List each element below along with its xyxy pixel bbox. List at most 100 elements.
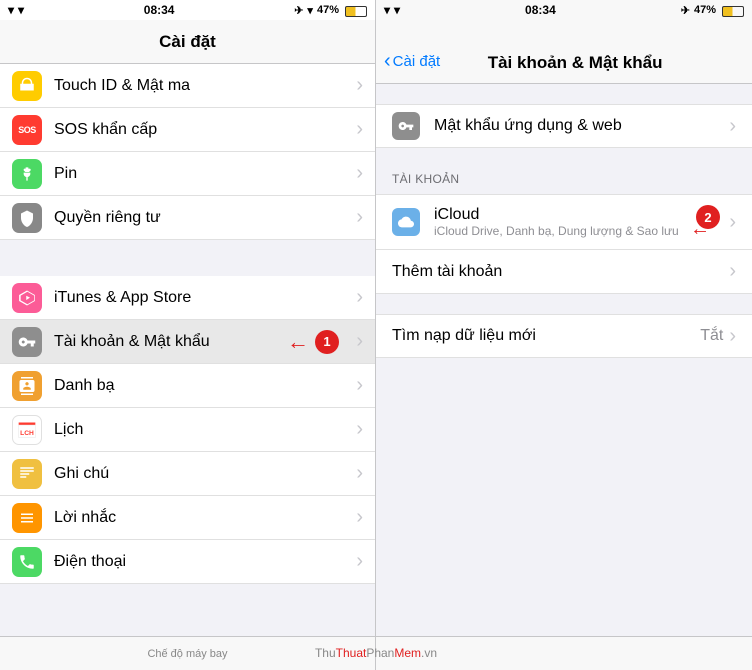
back-label: Cài đặt — [393, 53, 441, 70]
right-nav-bar: ‹ Cài đặt Tài khoản & Mật khẩu — [376, 20, 752, 84]
right-battery-bar — [722, 6, 744, 17]
calendar-icon: LCH — [12, 415, 42, 445]
right-battery-pct: 47% — [694, 4, 716, 16]
phone-icon — [12, 547, 42, 577]
privacy-chevron — [356, 206, 363, 229]
fetch-label: Tìm nạp dữ liệu mới — [392, 327, 700, 345]
reminders-label: Lời nhắc — [54, 509, 356, 527]
phone-chevron — [356, 550, 363, 573]
itunes-label: iTunes & App Store — [54, 289, 356, 307]
annotation-2-arrow: ← — [690, 218, 710, 241]
calendar-label: Lịch — [54, 421, 356, 439]
privacy-label: Quyền riêng tư — [54, 209, 356, 227]
right-location-icon: ✈ — [681, 4, 690, 17]
battery-bar — [345, 6, 367, 17]
battery-pct: 47% — [317, 4, 339, 16]
wifi-icon: ▾ — [8, 3, 14, 17]
phone-label: Điện thoại — [54, 553, 356, 571]
settings-item-contacts[interactable]: Danh bạ — [0, 364, 375, 408]
right-signal-icon: ▾ — [384, 3, 390, 17]
left-bottom-text: Chế độ máy bay — [147, 648, 227, 660]
accounts-section: TÀI KHOẢN iCloud iCloud Drive, Danh bạ, … — [376, 168, 752, 294]
settings-item-notes[interactable]: Ghi chú — [0, 452, 375, 496]
left-nav-bar: Cài đặt — [0, 20, 375, 64]
accounts-icon — [12, 327, 42, 357]
left-status-icons: ▾ ▾ — [8, 3, 24, 17]
notes-chevron — [356, 462, 363, 485]
left-time: 08:34 — [144, 3, 175, 17]
fetch-section: Tìm nạp dữ liệu mới Tắt — [376, 314, 752, 358]
reminders-icon — [12, 503, 42, 533]
contacts-chevron — [356, 374, 363, 397]
pin-label: Pin — [54, 165, 356, 183]
right-nav-title: Tài khoản & Mật khẩu — [440, 53, 710, 73]
annotation-1-container: ← 1 — [287, 330, 339, 354]
reminders-chevron — [356, 506, 363, 529]
settings-item-accounts[interactable]: Tài khoản & Mật khẩu ← 1 — [0, 320, 375, 364]
passwords-web-item[interactable]: Mật khẩu ứng dụng & web — [376, 104, 752, 148]
icloud-chevron — [729, 211, 736, 234]
add-account-label: Thêm tài khoản — [392, 263, 729, 281]
accounts-chevron — [356, 330, 363, 353]
left-battery: ✈ ▾ 47% — [294, 4, 367, 17]
passwords-label: Mật khẩu ứng dụng & web — [434, 117, 729, 135]
itunes-chevron — [356, 286, 363, 309]
right-wifi-icon: ▾ — [394, 3, 400, 17]
passwords-icon — [392, 112, 420, 140]
settings-item-reminders[interactable]: Lời nhắc — [0, 496, 375, 540]
section-divider-1 — [0, 240, 375, 276]
add-account-chevron — [729, 260, 736, 283]
settings-item-touch-id[interactable]: Touch ID & Mật ma — [0, 64, 375, 108]
sos-icon: SOS — [12, 115, 42, 145]
notes-icon — [12, 459, 42, 489]
right-content: Mật khẩu ứng dụng & web TÀI KHOẢN iCloud… — [376, 84, 752, 636]
right-time: 08:34 — [525, 3, 556, 17]
svg-text:LCH: LCH — [20, 430, 34, 437]
passwords-section: Mật khẩu ứng dụng & web — [376, 104, 752, 148]
left-settings-list: Touch ID & Mật ma SOS SOS khẩn cấp Pin Q… — [0, 64, 375, 636]
add-account-item[interactable]: Thêm tài khoản — [376, 250, 752, 294]
fetch-value: Tắt — [700, 327, 723, 345]
fetch-chevron — [729, 325, 736, 348]
fetch-item[interactable]: Tìm nạp dữ liệu mới Tắt — [376, 314, 752, 358]
right-panel: ▾ ▾ 08:34 ✈ 47% ‹ Cài đặt Tài khoản & Mậ… — [376, 0, 752, 670]
left-bottom-bar: Chế độ máy bay — [0, 636, 375, 670]
battery-icon: ▾ — [307, 4, 313, 17]
calendar-chevron — [356, 418, 363, 441]
back-chevron-icon: ‹ — [384, 50, 391, 73]
icloud-icon — [392, 208, 420, 236]
notes-label: Ghi chú — [54, 465, 356, 483]
privacy-icon — [12, 203, 42, 233]
right-bottom-bar — [376, 636, 752, 670]
touch-id-icon — [12, 71, 42, 101]
passwords-chevron — [729, 115, 736, 138]
icloud-text-block: iCloud iCloud Drive, Danh bạ, Dung lượng… — [434, 206, 729, 238]
signal-icon: ▾ — [18, 3, 24, 17]
accounts-section-header: TÀI KHOẢN — [376, 168, 752, 194]
left-status-bar: ▾ ▾ 08:34 ✈ ▾ 47% — [0, 0, 375, 20]
settings-item-pin[interactable]: Pin — [0, 152, 375, 196]
contacts-label: Danh bạ — [54, 377, 356, 395]
right-status-bar: ▾ ▾ 08:34 ✈ 47% — [376, 0, 752, 20]
right-status-icons: ▾ ▾ — [384, 3, 400, 17]
icloud-sub: iCloud Drive, Danh bạ, Dung lượng & Sao … — [434, 224, 729, 238]
settings-item-sos[interactable]: SOS SOS khẩn cấp — [0, 108, 375, 152]
icloud-item[interactable]: iCloud iCloud Drive, Danh bạ, Dung lượng… — [376, 194, 752, 250]
sos-label: SOS khẩn cấp — [54, 121, 356, 139]
touch-id-label: Touch ID & Mật ma — [54, 77, 356, 95]
sos-chevron — [356, 118, 363, 141]
left-panel: ▾ ▾ 08:34 ✈ ▾ 47% Cài đặt Touch ID & Mật… — [0, 0, 376, 670]
touch-id-chevron — [356, 74, 363, 97]
right-battery: ✈ 47% — [681, 4, 744, 17]
left-nav-title: Cài đặt — [159, 32, 216, 52]
back-button[interactable]: ‹ Cài đặt — [384, 50, 440, 73]
annotation-1-badge: 1 — [315, 330, 339, 354]
settings-item-privacy[interactable]: Quyền riêng tư — [0, 196, 375, 240]
settings-item-itunes[interactable]: iTunes & App Store — [0, 276, 375, 320]
itunes-icon — [12, 283, 42, 313]
settings-item-calendar[interactable]: LCH Lịch — [0, 408, 375, 452]
settings-item-phone[interactable]: Điện thoại — [0, 540, 375, 584]
pin-chevron — [356, 162, 363, 185]
annotation-1-arrow: ← — [287, 331, 309, 353]
contacts-icon — [12, 371, 42, 401]
